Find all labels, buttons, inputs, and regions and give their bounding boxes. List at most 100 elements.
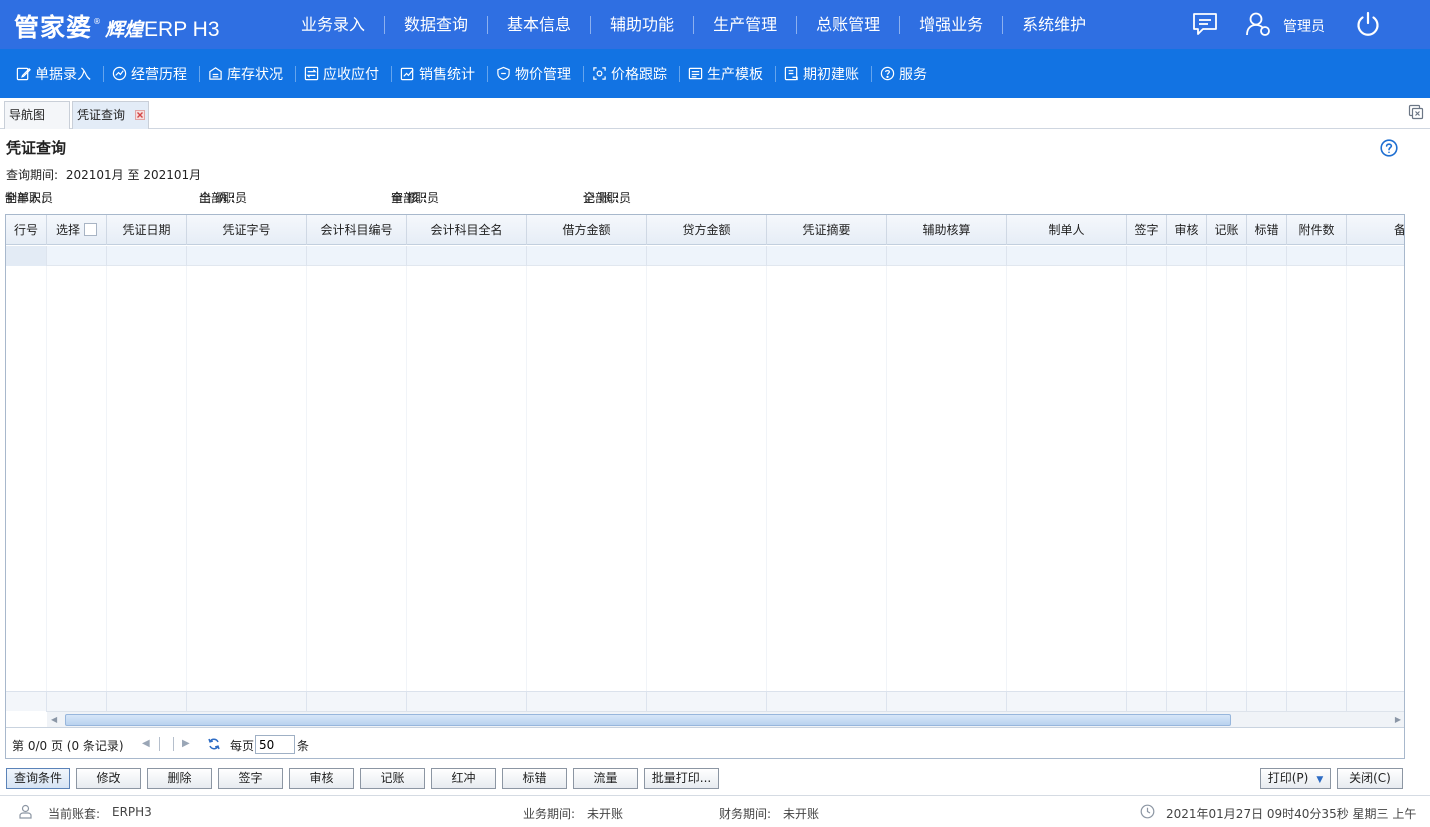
toolbar-item-opening-books[interactable]: 期初建账: [776, 65, 872, 83]
tab-navigation-map[interactable]: 导航图: [4, 101, 70, 129]
post-button[interactable]: 记账: [360, 768, 425, 789]
message-icon[interactable]: [1192, 12, 1218, 36]
column-header-select[interactable]: 选择: [47, 215, 107, 245]
column-header-voucher-date[interactable]: 凭证日期: [107, 215, 187, 245]
next-page-icon[interactable]: ▶: [182, 738, 190, 749]
column-header-attachments[interactable]: 附件数: [1287, 215, 1347, 245]
column-header-credit[interactable]: 贷方金额: [647, 215, 767, 245]
batch-print-button[interactable]: 批量打印...: [644, 768, 719, 789]
table-cell: [767, 692, 887, 712]
main-menu-item-business-entry[interactable]: 业务录入: [282, 15, 386, 34]
toolbar-item-production-template[interactable]: 生产模板: [680, 65, 776, 83]
app-logo: 管家婆 ® 辉煌 ERP H3: [14, 8, 220, 42]
main-menu-item-production[interactable]: 生产管理: [694, 15, 798, 34]
column-guide: [1207, 266, 1247, 691]
toolbar-item-price-tracking[interactable]: 价格跟踪: [584, 65, 680, 83]
horizontal-scrollbar-thumb[interactable]: [65, 714, 1231, 726]
column-header-row-no[interactable]: 行号: [6, 215, 47, 245]
table-cell: [407, 692, 527, 712]
toolbar-item-service[interactable]: 服务: [872, 66, 939, 83]
main-menu-item-auxiliary[interactable]: 辅助功能: [591, 15, 695, 34]
toolbar-item-label: 应收应付: [323, 66, 379, 83]
mark-error-button[interactable]: 标错: [502, 768, 567, 789]
table-cell: [1247, 692, 1287, 712]
table-cell: [1287, 692, 1347, 712]
main-menu-item-enhanced[interactable]: 增强业务: [900, 15, 1004, 34]
main-menu-item-basic-info[interactable]: 基本信息: [488, 15, 592, 34]
tab-label: 导航图: [9, 108, 46, 122]
toolbar-item-price-management[interactable]: 物价管理: [488, 65, 584, 83]
table-cell: [307, 692, 407, 712]
per-page-label: 每页: [230, 739, 255, 753]
close-icon[interactable]: [134, 109, 145, 120]
table-row[interactable]: [6, 246, 1404, 266]
query-conditions-button[interactable]: 查询条件: [6, 768, 70, 789]
column-header-audited[interactable]: 审核: [1167, 215, 1207, 245]
column-header-error-flag[interactable]: 标错: [1247, 215, 1287, 245]
print-dropdown-button[interactable]: 打印(P) ▼: [1260, 768, 1331, 789]
logo-sub-text: 辉煌: [105, 19, 144, 41]
modify-button[interactable]: 修改: [76, 768, 141, 789]
column-header-debit[interactable]: 借方金额: [527, 215, 647, 245]
table-cell: [1167, 692, 1207, 712]
table-cell: [47, 246, 107, 266]
column-guide: [6, 266, 47, 691]
refresh-icon[interactable]: [207, 737, 221, 751]
toolbar-item-document-entry[interactable]: 单据录入: [8, 65, 104, 83]
column-header-signed[interactable]: 签字: [1127, 215, 1167, 245]
main-menu-item-system[interactable]: 系统维护: [1003, 15, 1105, 34]
toolbar-item-label: 销售统计: [419, 66, 475, 83]
business-period-label: 业务期间:: [523, 807, 576, 821]
opening-book-icon: [784, 66, 798, 81]
scroll-left-icon[interactable]: ◀: [51, 715, 57, 724]
cash-flow-button[interactable]: 流量: [573, 768, 638, 789]
main-menu-item-general-ledger[interactable]: 总账管理: [797, 15, 901, 34]
logo-product-text: ERP H3: [144, 18, 220, 41]
red-reverse-button[interactable]: 红冲: [431, 768, 496, 789]
toolbar-item-business-history[interactable]: 经营历程: [104, 65, 200, 83]
pagination-bar: 第 0/0 页 (0 条记录) ◀ ▶ 每页 条: [6, 727, 1404, 758]
column-guide: [307, 266, 407, 691]
close-all-tabs-icon[interactable]: [1408, 104, 1424, 120]
prev-page-icon[interactable]: ◀: [142, 738, 150, 749]
select-all-checkbox[interactable]: [84, 223, 97, 236]
pager-divider: [159, 737, 160, 751]
user-avatar-icon[interactable]: [1245, 11, 1271, 37]
main-menu-item-data-query[interactable]: 数据查询: [385, 15, 489, 34]
column-header-account-code[interactable]: 会计科目编号: [307, 215, 407, 245]
scroll-right-icon[interactable]: ▶: [1395, 715, 1401, 724]
toolbar-item-receivables-payables[interactable]: 应收应付: [296, 65, 392, 83]
horizontal-scrollbar[interactable]: ◀ ▶: [47, 711, 1404, 727]
help-icon[interactable]: [1380, 139, 1398, 157]
finance-period-label: 财务期间:: [719, 807, 772, 821]
current-datetime: 2021年01月27日 09时40分35秒 星期三 上午: [1166, 807, 1417, 821]
price-track-icon: [593, 67, 606, 80]
auditor-value: 全部职员: [391, 191, 440, 205]
column-header-account-name[interactable]: 会计科目全名: [407, 215, 527, 245]
user-name[interactable]: 管理员: [1283, 16, 1325, 36]
sign-button[interactable]: 签字: [218, 768, 283, 789]
per-page-input[interactable]: [255, 735, 295, 754]
table-cell: [1247, 246, 1287, 266]
question-icon: [880, 66, 895, 81]
column-header-summary[interactable]: 凭证摘要: [767, 215, 887, 245]
table-cell: [1167, 246, 1207, 266]
column-header-posted[interactable]: 记账: [1207, 215, 1247, 245]
power-icon[interactable]: [1355, 11, 1381, 37]
column-header-maker[interactable]: 制单人: [1007, 215, 1127, 245]
edit-icon: [16, 67, 31, 81]
column-guide: [1127, 266, 1167, 691]
query-period-value: 202101月 至 202101月: [65, 168, 202, 182]
audit-button[interactable]: 审核: [289, 768, 354, 789]
tab-voucher-query[interactable]: 凭证查询: [72, 101, 149, 129]
voucher-grid: 行号 选择 凭证日期 凭证字号 会计科目编号 会计科目全名 借方金额 贷方金额 …: [5, 214, 1405, 759]
toolbar-item-inventory[interactable]: 库存状况: [200, 65, 296, 83]
close-button[interactable]: 关闭(C): [1337, 768, 1403, 789]
column-header-voucher-number[interactable]: 凭证字号: [187, 215, 307, 245]
delete-button[interactable]: 删除: [147, 768, 212, 789]
toolbar-item-sales-stats[interactable]: 销售统计: [392, 65, 488, 83]
table-cell: [6, 692, 47, 712]
column-header-auxiliary[interactable]: 辅助核算: [887, 215, 1007, 245]
clock-icon: [1140, 804, 1155, 819]
column-header-remark[interactable]: 备: [1347, 215, 1404, 245]
